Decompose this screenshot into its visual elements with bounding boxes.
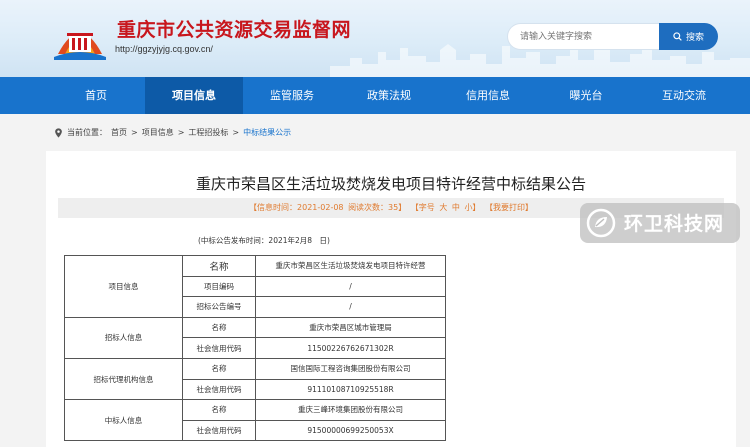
cell-value: 91500000699250053X: [255, 419, 446, 442]
cell-label: 名称: [182, 316, 256, 339]
nav-item-home[interactable]: 首页: [52, 77, 140, 114]
search-box: [507, 23, 660, 50]
info-time: 【信息时间：2021-02-08: [249, 203, 344, 212]
watermark-text: 环卫科技网: [624, 213, 725, 235]
cell-value: 11500226762671302R: [255, 337, 446, 359]
group-tenderer-info: 招标人信息: [64, 316, 183, 359]
cell-value: 重庆三峰环境集团股份有限公司: [255, 399, 446, 421]
cell-value: 91110108710925518R: [255, 378, 446, 401]
nav-item-policy[interactable]: 政策法规: [340, 77, 438, 114]
cell-value: /: [255, 275, 446, 298]
group-project-info: 项目信息: [64, 255, 183, 318]
nav-item-credit[interactable]: 信用信息: [440, 77, 536, 114]
article-title: 重庆市荣昌区生活垃圾焚烧发电项目特许经营中标结果公告: [195, 175, 586, 193]
search-icon: [673, 32, 682, 41]
breadcrumb-current[interactable]: 中标结果公示: [243, 127, 291, 138]
font-large-link[interactable]: 大: [439, 203, 447, 212]
cell-value: /: [255, 296, 446, 318]
nav-item-exposure[interactable]: 曝光台: [538, 77, 634, 114]
cell-label: 项目编码: [182, 275, 256, 298]
font-medium-link[interactable]: 中: [452, 203, 460, 212]
article-panel: 重庆市荣昌区生活垃圾焚烧发电项目特许经营中标结果公告 【信息时间：2021-02…: [46, 151, 736, 447]
main-nav: 首页 项目信息 监管服务 政策法规 信用信息 曝光台 互动交流: [0, 77, 750, 114]
cell-value: 国信国际工程咨询集团股份有限公司: [255, 357, 446, 380]
view-count: 阅读次数：35】: [348, 203, 407, 212]
table-row: 项目信息 名称 重庆市荣昌区生活垃圾焚烧发电项目特许经营: [64, 255, 446, 318]
breadcrumb-project-info[interactable]: 项目信息: [142, 127, 174, 138]
cell-label: 名称: [182, 255, 256, 277]
bid-result-table: 项目信息 名称 重庆市荣昌区生活垃圾焚烧发电项目特许经营 项目编码 / 招标公告…: [64, 255, 446, 442]
location-pin-icon: [55, 127, 62, 138]
nav-item-interaction[interactable]: 互动交流: [636, 77, 732, 114]
site-header: 重庆市公共资源交易监督网 http://ggzyjyjg.cq.gov.cn/ …: [0, 0, 750, 77]
site-title[interactable]: 重庆市公共资源交易监督网: [117, 15, 351, 42]
cell-label: 名称: [182, 399, 256, 421]
cell-value: 重庆市荣昌区生活垃圾焚烧发电项目特许经营: [255, 255, 446, 277]
cell-label: 名称: [182, 357, 256, 380]
font-small-link[interactable]: 小】: [464, 203, 480, 212]
search-input[interactable]: [520, 24, 660, 49]
table-row: 招标代理机构信息 名称 国信国际工程咨询集团股份有限公司: [64, 357, 446, 401]
cell-label: 社会信用代码: [182, 337, 256, 359]
nav-item-supervision[interactable]: 监管服务: [246, 77, 338, 114]
search-button-label: 搜索: [685, 33, 704, 43]
breadcrumb-prefix: 当前位置：: [67, 128, 107, 137]
breadcrumb-home[interactable]: 首页: [111, 127, 127, 138]
cell-label: 社会信用代码: [182, 419, 256, 442]
breadcrumb-engineering-bidding[interactable]: 工程招投标: [188, 127, 228, 138]
site-url[interactable]: http://ggzyjyjg.cq.gov.cn/: [115, 44, 213, 54]
recycle-leaf-icon: [586, 208, 616, 238]
watermark: 环卫科技网: [580, 203, 740, 243]
breadcrumb-separator: >: [177, 128, 185, 137]
table-row: 中标人信息 名称 重庆三峰环境集团股份有限公司: [64, 399, 446, 442]
breadcrumb: 当前位置： 首页 > 项目信息 > 工程招投标 > 中标结果公示: [54, 127, 291, 138]
group-agency-info: 招标代理机构信息: [64, 357, 183, 401]
font-size-label: 【字号: [410, 203, 435, 212]
cell-label: 社会信用代码: [182, 378, 256, 401]
print-link[interactable]: 【我要打印】: [485, 203, 533, 212]
breadcrumb-separator: >: [131, 128, 138, 137]
cell-value: 重庆市荣昌区城市管理局: [255, 316, 446, 339]
publish-date: (中标公告发布时间：2021年2月8 日): [198, 236, 330, 245]
breadcrumb-separator: >: [232, 128, 240, 137]
cell-label: 招标公告编号: [182, 296, 256, 318]
table-row: 招标人信息 名称 重庆市荣昌区城市管理局: [64, 316, 446, 359]
site-logo[interactable]: [52, 14, 108, 60]
search-button[interactable]: 搜索: [659, 23, 718, 50]
nav-item-project-info[interactable]: 项目信息: [145, 77, 243, 114]
group-winner-info: 中标人信息: [64, 399, 183, 442]
